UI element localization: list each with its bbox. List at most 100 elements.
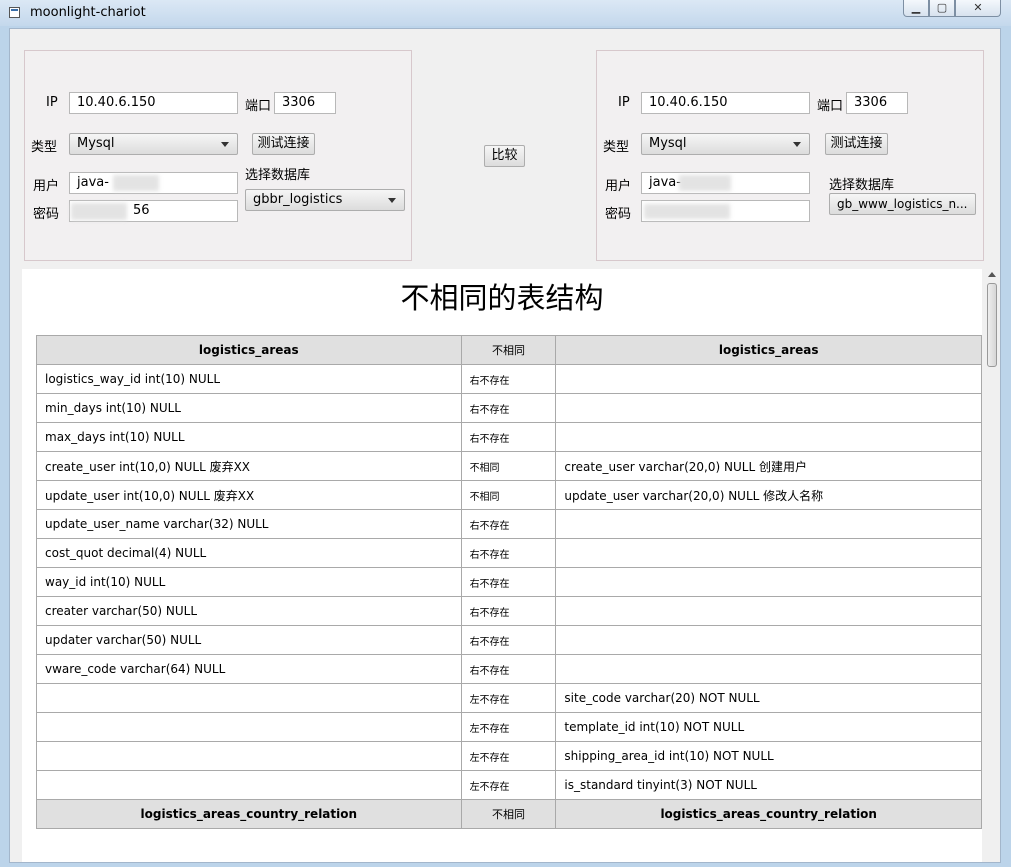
- window-title: moonlight-chariot: [30, 5, 146, 20]
- diff-status-cell: 不相同: [460, 480, 557, 510]
- client-area: IP 10.40.6.150 端口 3306 类型 Mysql 测试连接 选择数…: [9, 28, 1001, 863]
- result-view[interactable]: 不相同的表结构 logistics_areas 不相同 logistics_area…: [22, 269, 982, 862]
- left-column-cell: updater varchar(50) NULL: [36, 625, 462, 655]
- diff-status-cell: 右不存在: [460, 654, 557, 684]
- right-column-cell: [555, 422, 982, 452]
- left-column-cell: create_user int(10,0) NULL 废弃XX: [36, 451, 462, 481]
- right-column-cell: [555, 509, 982, 539]
- table-row: create_user int(10,0) NULL 废弃XX 不相同 create…: [36, 451, 982, 481]
- diff-status-cell: 右不存在: [460, 567, 557, 597]
- vertical-scrollbar[interactable]: [985, 269, 999, 862]
- redaction-blur: [71, 203, 127, 220]
- diff-status-cell: 右不存在: [460, 596, 557, 626]
- left-table-name: logistics_areas_country_relation: [36, 799, 462, 829]
- left-type-value: Mysql: [77, 136, 115, 151]
- table-row: min_days int(10) NULL 右不存在: [36, 393, 982, 423]
- right-column-cell: template_id int(10) NOT NULL: [555, 712, 982, 742]
- left-column-cell: cost_quot decimal(4) NULL: [36, 538, 462, 568]
- table-row: update_user_name varchar(32) NULL 右不存在: [36, 509, 982, 539]
- left-type-label: 类型: [31, 140, 58, 155]
- left-database-select[interactable]: gbbr_logistics: [245, 189, 405, 211]
- chevron-down-icon: [793, 142, 801, 147]
- table-row: way_id int(10) NULL 右不存在: [36, 567, 982, 597]
- left-column-cell: update_user_name varchar(32) NULL: [36, 509, 462, 539]
- right-table-name: logistics_areas_country_relation: [555, 799, 982, 829]
- table-status-header: 不相同: [460, 335, 557, 365]
- compare-button[interactable]: 比较: [484, 145, 525, 167]
- right-user-label: 用户: [605, 179, 632, 194]
- left-column-cell: [36, 683, 462, 713]
- table-row: 左不存在 shipping_area_id int(10) NOT NULL: [36, 741, 982, 771]
- window-controls: ▁ ▢ ✕: [903, 0, 1001, 18]
- right-port-label: 端口: [817, 99, 844, 114]
- right-column-cell: [555, 538, 982, 568]
- chevron-down-icon: [221, 142, 229, 147]
- right-column-cell: [555, 364, 982, 394]
- diff-status-cell: 不相同: [460, 451, 557, 481]
- left-column-cell: update_user int(10,0) NULL 废弃XX: [36, 480, 462, 510]
- diff-status-cell: 左不存在: [460, 741, 557, 771]
- left-column-cell: [36, 712, 462, 742]
- left-port-label: 端口: [245, 99, 272, 114]
- left-table-name: logistics_areas: [36, 335, 462, 365]
- left-column-cell: logistics_way_id int(10) NULL: [36, 364, 462, 394]
- diff-status-cell: 右不存在: [460, 393, 557, 423]
- right-column-cell: [555, 625, 982, 655]
- left-column-cell: [36, 770, 462, 800]
- right-type-label: 类型: [603, 140, 630, 155]
- left-column-cell: creater varchar(50) NULL: [36, 596, 462, 626]
- left-user-label: 用户: [33, 179, 60, 194]
- right-database-label: 选择数据库: [829, 178, 895, 193]
- diff-status-cell: 右不存在: [460, 538, 557, 568]
- left-test-connection-button[interactable]: 测试连接: [252, 133, 315, 155]
- table-row: 左不存在 template_id int(10) NOT NULL: [36, 712, 982, 742]
- scroll-thumb[interactable]: [987, 283, 997, 367]
- maximize-button[interactable]: ▢: [929, 0, 955, 17]
- chevron-down-icon: [388, 198, 396, 203]
- diff-table: logistics_areas 不相同 logistics_areas logisti…: [36, 335, 982, 829]
- left-column-cell: [36, 741, 462, 771]
- right-table-name: logistics_areas: [555, 335, 982, 365]
- app-icon: [9, 7, 20, 18]
- left-connection-panel: IP 10.40.6.150 端口 3306 类型 Mysql 测试连接 选择数…: [24, 50, 412, 261]
- right-ip-label: IP: [618, 95, 630, 110]
- left-type-select[interactable]: Mysql: [69, 133, 238, 155]
- table-row: cost_quot decimal(4) NULL 右不存在: [36, 538, 982, 568]
- diff-status-cell: 右不存在: [460, 422, 557, 452]
- table-row: update_user int(10,0) NULL 废弃XX 不相同 update…: [36, 480, 982, 510]
- table-row: 左不存在 is_standard tinyint(3) NOT NULL: [36, 770, 982, 800]
- table-status-header: 不相同: [460, 799, 557, 829]
- table-row: vware_code varchar(64) NULL 右不存在: [36, 654, 982, 684]
- redaction-blur: [644, 204, 730, 219]
- scroll-up-icon[interactable]: [988, 272, 996, 277]
- left-column-cell: max_days int(10) NULL: [36, 422, 462, 452]
- close-icon: ✕: [973, 1, 983, 14]
- minimize-icon: ▁: [911, 1, 921, 14]
- right-column-cell: shipping_area_id int(10) NOT NULL: [555, 741, 982, 771]
- minimize-button[interactable]: ▁: [903, 0, 929, 17]
- left-ip-input[interactable]: 10.40.6.150: [69, 92, 238, 114]
- left-column-cell: vware_code varchar(64) NULL: [36, 654, 462, 684]
- right-column-cell: create_user varchar(20,0) NULL 创建用户: [555, 451, 982, 481]
- table-row: max_days int(10) NULL 右不存在: [36, 422, 982, 452]
- right-type-value: Mysql: [649, 136, 687, 151]
- table-row: 左不存在 site_code varchar(20) NOT NULL: [36, 683, 982, 713]
- right-ip-input[interactable]: 10.40.6.150: [641, 92, 810, 114]
- right-database-value: gb_www_logistics_n...: [837, 197, 968, 211]
- right-password-label: 密码: [605, 207, 632, 222]
- right-type-select[interactable]: Mysql: [641, 133, 810, 155]
- title-bar: moonlight-chariot ▁ ▢ ✕: [0, 0, 1011, 26]
- table-row: logistics_way_id int(10) NULL 右不存在: [36, 364, 982, 394]
- right-column-cell: [555, 654, 982, 684]
- maximize-icon: ▢: [936, 1, 948, 14]
- right-test-connection-button[interactable]: 测试连接: [825, 133, 888, 155]
- left-ip-label: IP: [46, 95, 58, 110]
- right-column-cell: site_code varchar(20) NOT NULL: [555, 683, 982, 713]
- diff-status-cell: 右不存在: [460, 364, 557, 394]
- close-button[interactable]: ✕: [955, 0, 1001, 17]
- right-database-select[interactable]: gb_www_logistics_n...: [829, 193, 976, 215]
- left-port-input[interactable]: 3306: [274, 92, 336, 114]
- table-row: updater varchar(50) NULL 右不存在: [36, 625, 982, 655]
- diff-status-cell: 右不存在: [460, 509, 557, 539]
- right-port-input[interactable]: 3306: [846, 92, 908, 114]
